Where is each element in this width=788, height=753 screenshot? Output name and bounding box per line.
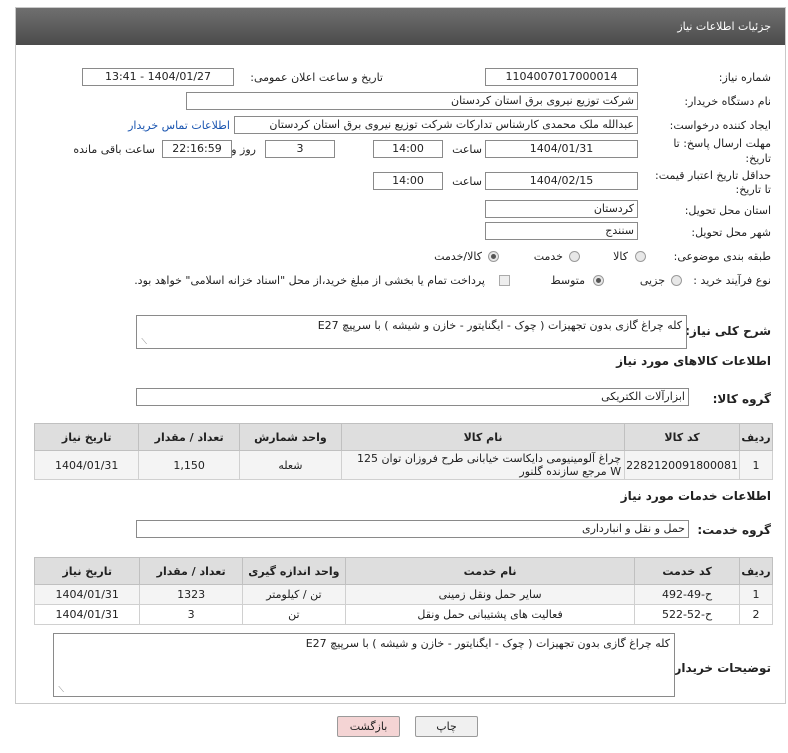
- goods-group-field[interactable]: ابزارآلات الکتریکی: [136, 388, 689, 406]
- cell-code: ح-49-492: [634, 584, 741, 605]
- province-field[interactable]: کردستان: [485, 200, 638, 218]
- cell-code: 2282120091800081: [624, 450, 741, 480]
- col-unit: واحد شمارش: [238, 423, 342, 451]
- col-row: ردیف: [739, 557, 773, 585]
- treasury-checkbox[interactable]: [499, 275, 510, 286]
- col-date: تاریخ نیاز: [33, 557, 141, 585]
- deadline-time-label: ساعت: [452, 143, 482, 156]
- services-group-label: گروه خدمت:: [697, 523, 771, 537]
- table-row[interactable]: 1 2282120091800081 چراغ آلومینیومی دایکا…: [33, 450, 773, 480]
- radio-category-goods-label: کالا: [613, 250, 628, 263]
- radio-process-minor-label: جزیی: [639, 274, 665, 287]
- remaining-time-label: ساعت باقی مانده: [73, 143, 155, 156]
- col-code: کد کالا: [624, 423, 741, 451]
- goods-table: ردیف کد کالا نام کالا واحد شمارش تعداد /…: [33, 423, 773, 480]
- validity-label: حداقل تاریخ اعتبار قیمت:: [655, 169, 771, 182]
- deadline-label: مهلت ارسال پاسخ: تا: [673, 137, 771, 150]
- col-name: نام کالا: [340, 423, 626, 451]
- back-button[interactable]: بازگشت: [337, 716, 400, 737]
- col-row: ردیف: [739, 423, 773, 451]
- description-text: کله چراغ گازی بدون تجهیزات ( چوک - ایگنا…: [317, 319, 682, 332]
- radio-category-goods[interactable]: [635, 251, 646, 262]
- need-no-field[interactable]: 1104007017000014: [485, 68, 638, 86]
- radio-category-service[interactable]: [569, 251, 580, 262]
- radio-category-goods-service[interactable]: [488, 251, 499, 262]
- radio-category-goods-service-label: کالا/خدمت: [434, 250, 482, 263]
- buyer-label: نام دستگاه خریدار:: [684, 95, 771, 108]
- deadline-label-2: تاریخ:: [745, 152, 771, 165]
- cell-row: 2: [739, 604, 773, 625]
- process-label: نوع فرآیند خرید :: [693, 274, 771, 287]
- need-no-label: شماره نیاز:: [718, 71, 771, 84]
- days-remaining-field[interactable]: 3: [265, 140, 335, 158]
- need-details-panel: جزئیات اطلاعات نیاز شماره نیاز: 11040070…: [15, 7, 786, 704]
- cell-qty: 3: [139, 604, 243, 625]
- city-field[interactable]: سنندج: [485, 222, 638, 240]
- resize-grip-icon[interactable]: ⟋: [56, 686, 64, 694]
- buyer-notes-textarea[interactable]: کله چراغ گازی بدون تجهیزات ( چوک - ایگنا…: [53, 633, 675, 697]
- radio-process-medium[interactable]: [593, 275, 604, 286]
- goods-group-label: گروه کالا:: [712, 392, 771, 406]
- cell-code: ح-52-522: [634, 604, 741, 625]
- creator-label: ایجاد کننده درخواست:: [669, 119, 771, 132]
- cell-name: سایر حمل ونقل زمینی: [345, 584, 636, 605]
- cell-row: 1: [739, 584, 773, 605]
- cell-qty: 1,150: [138, 450, 240, 480]
- table-row[interactable]: 2 ح-52-522 فعالیت های پشتیبانی حمل ونقل …: [33, 604, 773, 625]
- col-qty: تعداد / مقدار: [138, 423, 240, 451]
- cell-unit: تن: [241, 604, 347, 625]
- cell-unit: شعله: [238, 450, 342, 480]
- radio-process-minor[interactable]: [671, 275, 682, 286]
- remaining-time-field[interactable]: 22:16:59: [162, 140, 232, 158]
- days-label: روز و: [231, 143, 256, 156]
- validity-date-field[interactable]: 1404/02/15: [485, 172, 638, 190]
- services-table: ردیف کد خدمت نام خدمت واحد اندازه گیری ت…: [33, 557, 773, 625]
- panel-title: جزئیات اطلاعات نیاز: [677, 20, 771, 33]
- cell-unit: تن / کیلومتر: [241, 584, 347, 605]
- announce-field[interactable]: 1404/01/27 - 13:41: [82, 68, 234, 86]
- services-section-title: اطلاعات خدمات مورد نیاز: [620, 489, 771, 503]
- buyer-notes-text: کله چراغ گازی بدون تجهیزات ( چوک - ایگنا…: [305, 637, 670, 650]
- resize-grip-icon[interactable]: ⟋: [139, 338, 147, 346]
- city-label: شهر محل تحویل:: [691, 226, 771, 239]
- deadline-time-field[interactable]: 14:00: [373, 140, 443, 158]
- deadline-date-field[interactable]: 1404/01/31: [485, 140, 638, 158]
- goods-section-title: اطلاعات کالاهای مورد نیاز: [616, 354, 771, 368]
- cell-date: 1404/01/31: [33, 584, 141, 605]
- validity-label-2: تا تاریخ:: [735, 183, 771, 196]
- print-button[interactable]: چاپ: [415, 716, 478, 737]
- col-qty: تعداد / مقدار: [139, 557, 243, 585]
- cell-date: 1404/01/31: [33, 450, 140, 480]
- radio-process-medium-label: متوسط: [550, 274, 585, 287]
- province-label: استان محل تحویل:: [684, 204, 771, 217]
- col-unit: واحد اندازه گیری: [241, 557, 347, 585]
- table-row[interactable]: 1 ح-49-492 سایر حمل ونقل زمینی تن / کیلو…: [33, 584, 773, 605]
- services-table-header: ردیف کد خدمت نام خدمت واحد اندازه گیری ت…: [33, 557, 773, 585]
- validity-time-label: ساعت: [452, 175, 482, 188]
- treasury-note: پرداخت تمام یا بخشی از مبلغ خرید،از محل …: [134, 274, 485, 287]
- goods-table-header: ردیف کد کالا نام کالا واحد شمارش تعداد /…: [33, 423, 773, 451]
- cell-name: چراغ آلومینیومی دایکاست خیابانی طرح فروز…: [340, 450, 626, 480]
- cell-qty: 1323: [139, 584, 243, 605]
- cell-row: 1: [739, 450, 773, 480]
- buyer-contact-link[interactable]: اطلاعات تماس خریدار: [128, 119, 230, 132]
- cell-date: 1404/01/31: [33, 604, 141, 625]
- col-name: نام خدمت: [345, 557, 636, 585]
- services-group-field[interactable]: حمل و نقل و انبارداری: [136, 520, 689, 538]
- description-label: شرح کلی نیاز:: [685, 324, 771, 338]
- panel-header: جزئیات اطلاعات نیاز: [16, 8, 785, 45]
- creator-field[interactable]: عبدالله ملک محمدی کارشناس تدارکات شرکت ت…: [234, 116, 638, 134]
- description-textarea[interactable]: کله چراغ گازی بدون تجهیزات ( چوک - ایگنا…: [136, 315, 687, 349]
- buyer-notes-label: توضیحات خریدار:: [669, 661, 771, 675]
- cell-name: فعالیت های پشتیبانی حمل ونقل: [345, 604, 636, 625]
- col-date: تاریخ نیاز: [33, 423, 140, 451]
- radio-category-service-label: خدمت: [533, 250, 563, 263]
- col-code: کد خدمت: [634, 557, 741, 585]
- buyer-field[interactable]: شرکت توزیع نیروی برق استان کردستان: [186, 92, 638, 110]
- announce-label: تاریخ و ساعت اعلان عمومی:: [250, 71, 383, 84]
- validity-time-field[interactable]: 14:00: [373, 172, 443, 190]
- category-label: طبقه بندی موضوعی:: [673, 250, 771, 263]
